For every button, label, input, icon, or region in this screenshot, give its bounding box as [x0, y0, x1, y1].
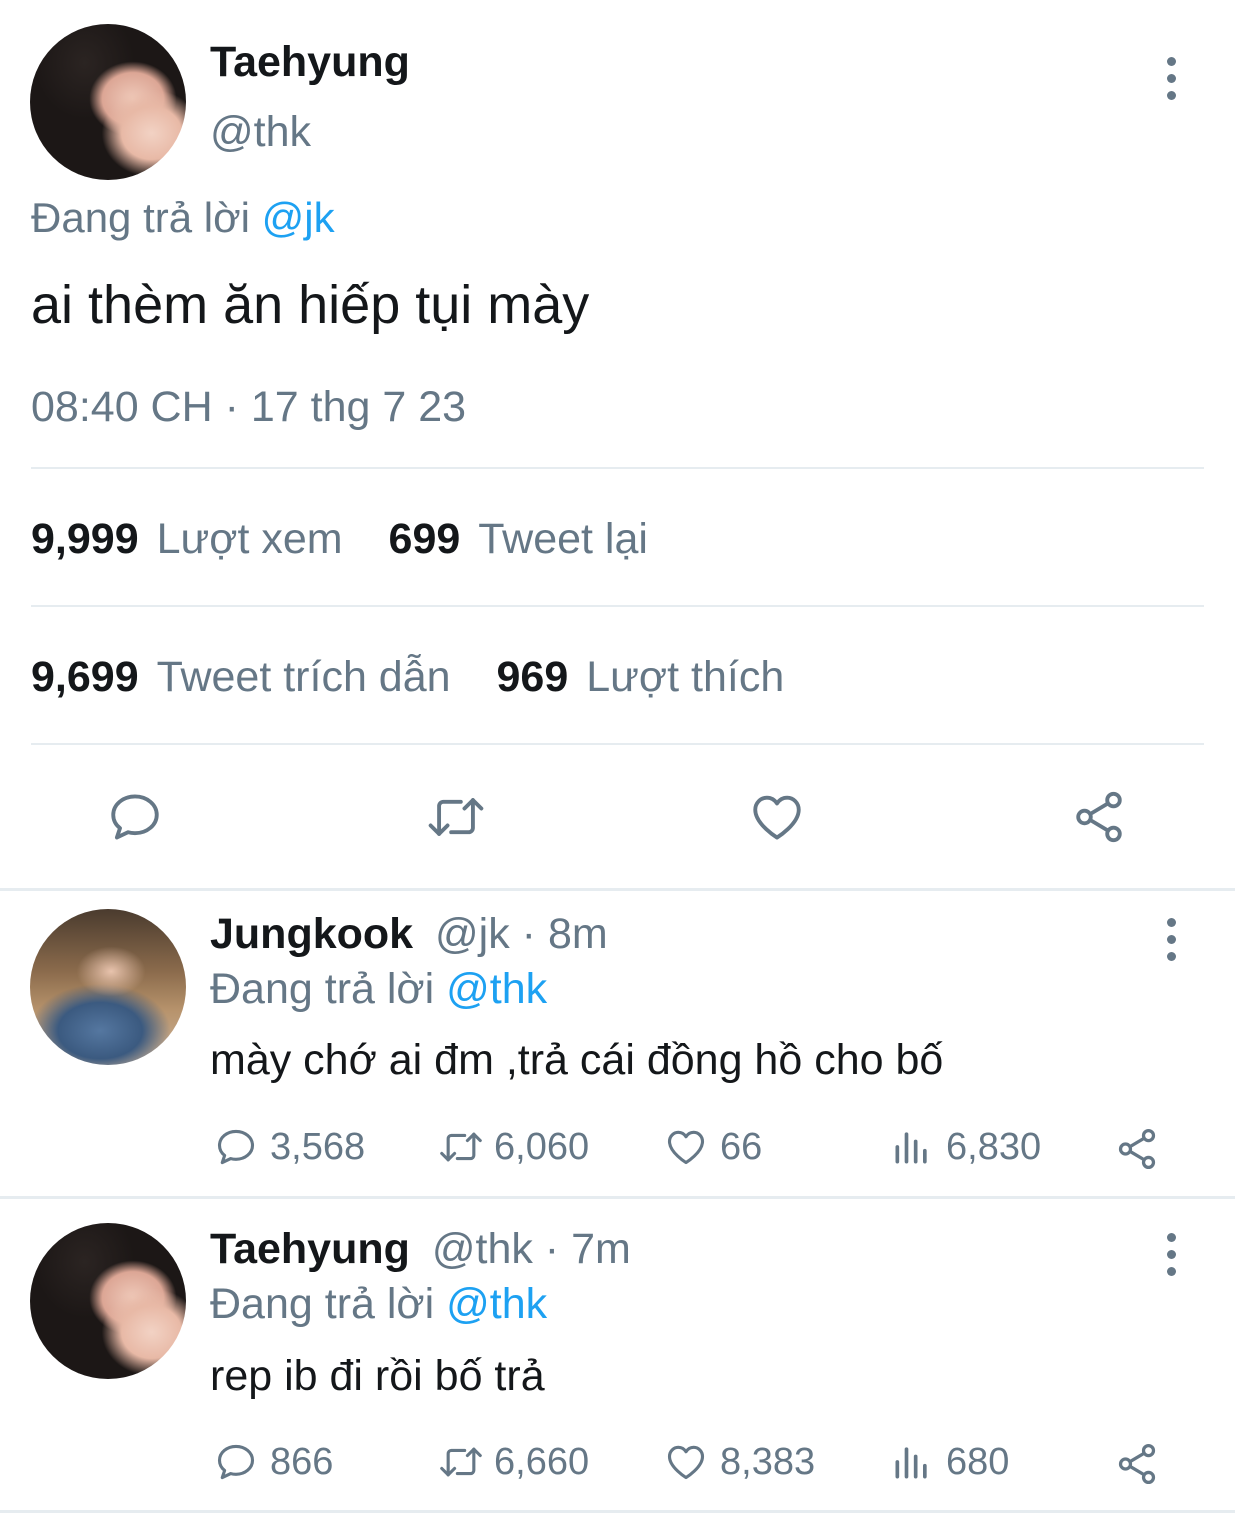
like-count: 66 — [720, 1125, 763, 1168]
reply-context: Đang trả lời @thk — [210, 1280, 547, 1329]
like-icon[interactable] — [748, 788, 806, 846]
author-name[interactable]: Taehyung — [210, 38, 410, 87]
reply-prefix: Đang trả lời — [210, 1280, 435, 1328]
author-handle[interactable]: @thk — [210, 108, 311, 157]
tweet-timestamp[interactable]: 08:40 CH · 17 thg 7 23 — [31, 383, 466, 432]
reply-action[interactable]: 3,568 — [214, 1125, 365, 1169]
avatar-jungkook[interactable] — [30, 909, 186, 1065]
divider — [0, 1196, 1235, 1199]
likes-stat[interactable]: 969 Lượt thích — [497, 653, 785, 701]
like-icon — [667, 1445, 705, 1480]
reply-context: Đang trả lời @thk — [210, 965, 547, 1014]
retweet-icon — [440, 1132, 482, 1162]
divider — [31, 743, 1204, 745]
views-icon — [895, 1132, 927, 1164]
likes-label: Lượt thích — [586, 653, 785, 701]
views-action[interactable]: 680 — [890, 1440, 1009, 1484]
tweet-text: ai thèm ăn hiếp tụi mày — [31, 275, 590, 335]
more-options-icon[interactable] — [1166, 57, 1176, 100]
reply-prefix: Đang trả lời — [31, 194, 250, 241]
retweet-action[interactable]: 6,060 — [436, 1125, 589, 1169]
stats-row-2: 9,699 Tweet trích dẫn 969 Lượt thích — [31, 653, 784, 702]
likes-count: 969 — [496, 653, 569, 701]
share-icon[interactable] — [1114, 1441, 1160, 1487]
reply-count: 866 — [270, 1440, 334, 1483]
retweet-count: 6,660 — [494, 1440, 590, 1483]
divider — [0, 1510, 1235, 1513]
views-count: 680 — [946, 1440, 1010, 1483]
retweet-icon[interactable] — [424, 788, 488, 846]
like-icon — [667, 1130, 705, 1165]
like-action[interactable]: 66 — [664, 1125, 762, 1169]
reply-prefix: Đang trả lời — [210, 965, 435, 1013]
retweet-icon — [440, 1447, 482, 1477]
reply-icon — [217, 1129, 255, 1165]
reply-context: Đang trả lời @jk — [31, 194, 335, 242]
reply-text: mày chớ ai đm ,trả cái đồng hồ cho bố — [210, 1036, 944, 1084]
quotes-stat[interactable]: 9,699 Tweet trích dẫn — [31, 653, 463, 701]
reply-header: Jungkook @jk · 8m — [210, 910, 608, 959]
more-options-icon[interactable] — [1166, 1233, 1176, 1276]
more-options-icon[interactable] — [1166, 918, 1176, 961]
views-count: 6,830 — [946, 1125, 1042, 1168]
reply-text: rep ib đi rồi bố trả — [210, 1352, 545, 1400]
views-action[interactable]: 6,830 — [890, 1125, 1041, 1169]
reply-to-link[interactable]: @thk — [446, 1280, 547, 1328]
share-icon[interactable] — [1070, 788, 1128, 846]
author-name[interactable]: Taehyung — [210, 1225, 410, 1273]
views-label: Lượt xem — [156, 515, 343, 563]
reply-to-link[interactable]: @thk — [446, 965, 547, 1013]
author-name[interactable]: Jungkook — [210, 910, 413, 958]
retweet-count: 6,060 — [494, 1125, 590, 1168]
reply-count: 3,568 — [270, 1125, 366, 1168]
stats-row-1: 9,999 Lượt xem 699 Tweet lại — [31, 515, 648, 564]
retweets-stat[interactable]: 699 Tweet lại — [389, 515, 648, 563]
quotes-label: Tweet trích dẫn — [156, 653, 451, 701]
quotes-count: 9,699 — [31, 653, 139, 701]
reply-icon — [217, 1444, 255, 1480]
avatar-taehyung[interactable] — [30, 24, 186, 180]
divider — [31, 467, 1204, 469]
reply-action[interactable]: 866 — [214, 1440, 333, 1484]
retweet-action[interactable]: 6,660 — [436, 1440, 589, 1484]
reply-header: Taehyung @thk · 7m — [210, 1225, 631, 1274]
divider — [31, 605, 1204, 607]
divider — [0, 888, 1235, 891]
retweets-count: 699 — [388, 515, 461, 563]
reply-icon[interactable] — [106, 788, 164, 846]
views-icon — [895, 1447, 927, 1479]
reply-to-link[interactable]: @jk — [262, 194, 335, 241]
share-icon[interactable] — [1114, 1126, 1160, 1172]
views-stat[interactable]: 9,999 Lượt xem — [31, 515, 355, 563]
author-handle-time[interactable]: @thk · 7m — [432, 1225, 631, 1273]
avatar-taehyung[interactable] — [30, 1223, 186, 1379]
author-handle-time[interactable]: @jk · 8m — [435, 910, 608, 958]
views-count: 9,999 — [31, 515, 139, 563]
like-count: 8,383 — [720, 1440, 816, 1483]
retweets-label: Tweet lại — [478, 515, 648, 563]
like-action[interactable]: 8,383 — [664, 1440, 815, 1484]
